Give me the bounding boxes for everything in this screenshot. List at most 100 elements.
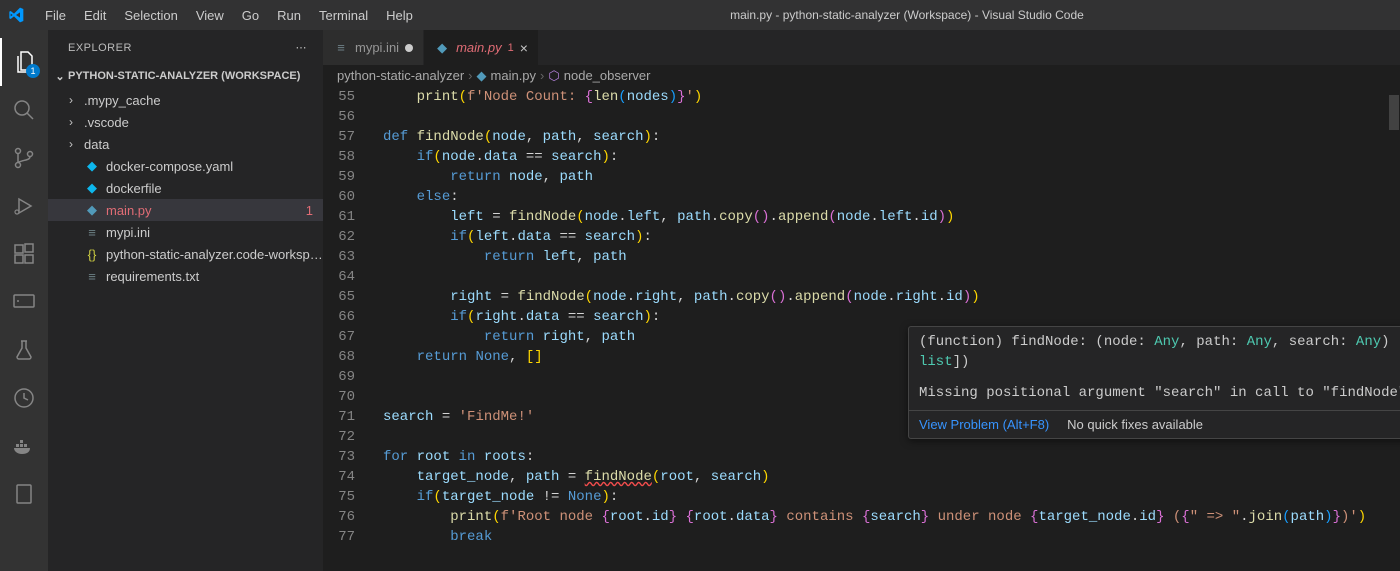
txt-file-icon: ≡ (84, 269, 100, 284)
beaker-icon (12, 338, 36, 362)
python-icon: ◆ (477, 68, 487, 84)
breadcrumb-item[interactable]: ◆ main.py (477, 68, 537, 84)
breadcrumb-label: main.py (491, 68, 537, 83)
breadcrumb-separator-icon: › (468, 68, 472, 83)
menu-view[interactable]: View (187, 4, 233, 27)
docker-file-icon: ◆ (84, 180, 100, 196)
py-file-icon: ◆ (434, 40, 450, 56)
remote-icon (12, 290, 36, 314)
activity-explorer[interactable]: 1 (0, 38, 48, 86)
no-fixes-text: No quick fixes available (1067, 417, 1203, 432)
explorer-badge: 1 (26, 64, 40, 78)
hover-tooltip: (function) findNode: (node: Any, path: A… (908, 326, 1400, 439)
ini-file-icon: ≡ (333, 40, 349, 55)
tree-label: dockerfile (106, 181, 323, 196)
menu-help[interactable]: Help (377, 4, 422, 27)
editor-tab[interactable]: ≡ mypi.ini (323, 30, 424, 65)
activity-testing[interactable] (0, 326, 48, 374)
tree-label: mypi.ini (106, 225, 323, 240)
menu-terminal[interactable]: Terminal (310, 4, 377, 27)
sidebar: EXPLORER ⋯ ⌄ PYTHON-STATIC-ANALYZER (WOR… (48, 30, 323, 571)
activity-extensions[interactable] (0, 230, 48, 278)
tab-label: main.py (456, 40, 502, 55)
debug-icon (12, 194, 36, 218)
breadcrumbs: python-static-analyzer›◆main.py›⬡node_ob… (323, 65, 1400, 87)
close-icon[interactable]: × (520, 40, 528, 56)
tree-item[interactable]: ◆ dockerfile (48, 177, 323, 199)
tree-item[interactable]: ≡ requirements.txt (48, 265, 323, 287)
activity-remote[interactable] (0, 278, 48, 326)
git-branch-icon (12, 146, 36, 170)
menu-bar: FileEditSelectionViewGoRunTerminalHelp (36, 4, 422, 27)
tree-label: main.py (106, 203, 300, 218)
editor-tab[interactable]: ◆ main.py 1 × (424, 30, 539, 65)
menu-selection[interactable]: Selection (115, 4, 186, 27)
activity-docker[interactable] (0, 422, 48, 470)
tree-item[interactable]: {} python-static-analyzer.code-workspa... (48, 243, 323, 265)
breadcrumb-item[interactable]: python-static-analyzer (337, 68, 464, 83)
tree-label: requirements.txt (106, 269, 323, 284)
chevron-right-icon: › (64, 137, 78, 151)
editor-tabs: ≡ mypi.ini ◆ main.py 1 × (323, 30, 1400, 65)
tree-item[interactable]: ◆ docker-compose.yaml (48, 155, 323, 177)
extensions-icon (12, 242, 36, 266)
json-file-icon: {} (84, 247, 100, 262)
section-title: PYTHON-STATIC-ANALYZER (WORKSPACE) (68, 70, 300, 82)
search-icon (12, 98, 36, 122)
py-file-icon: ◆ (84, 202, 100, 218)
scrollbar-thumb[interactable] (1389, 95, 1399, 130)
activity-file[interactable] (0, 470, 48, 518)
tree-item[interactable]: ◆ main.py 1 (48, 199, 323, 221)
window-title: main.py - python-static-analyzer (Worksp… (422, 8, 1392, 22)
ini-file-icon: ≡ (84, 225, 100, 240)
menu-edit[interactable]: Edit (75, 4, 115, 27)
breadcrumb-separator-icon: › (540, 68, 544, 83)
chevron-right-icon: › (64, 115, 78, 129)
tree-label: docker-compose.yaml (106, 159, 323, 174)
tab-label: mypi.ini (355, 40, 399, 55)
docker-icon (12, 434, 36, 458)
tab-error-badge: 1 (508, 42, 514, 54)
hover-error: Missing positional argument "search" in … (909, 378, 1400, 410)
breadcrumb-label: python-static-analyzer (337, 68, 464, 83)
explorer-section-header[interactable]: ⌄ PYTHON-STATIC-ANALYZER (WORKSPACE) (48, 65, 323, 87)
editor-area: ≡ mypi.ini ◆ main.py 1 × python-static-analyz… (323, 30, 1400, 571)
activity-source-control[interactable] (0, 134, 48, 182)
tree-item[interactable]: › .mypy_cache (48, 89, 323, 111)
hover-error-msg: Missing positional argument "search" in … (919, 385, 1400, 401)
sidebar-more-icon[interactable]: ⋯ (296, 41, 308, 54)
sidebar-title: EXPLORER (68, 42, 132, 54)
tree-item[interactable]: › .vscode (48, 111, 323, 133)
tree-label: .vscode (84, 115, 323, 130)
tree-label: data (84, 137, 323, 152)
docker-file-icon: ◆ (84, 158, 100, 174)
tree-item[interactable]: ≡ mypi.ini (48, 221, 323, 243)
activity-timeline[interactable] (0, 374, 48, 422)
titlebar: FileEditSelectionViewGoRunTerminalHelp m… (0, 0, 1400, 30)
hover-actions: View Problem (Alt+F8) No quick fixes ava… (909, 410, 1400, 438)
breadcrumb-label: node_observer (564, 68, 651, 83)
symbol-icon: ⬡ (548, 68, 559, 84)
tree-item[interactable]: › data (48, 133, 323, 155)
view-problem-link[interactable]: View Problem (Alt+F8) (919, 417, 1049, 432)
sidebar-header: EXPLORER ⋯ (48, 30, 323, 65)
dirty-indicator-icon (405, 44, 413, 52)
history-icon (12, 386, 36, 410)
file-icon (12, 482, 36, 506)
menu-file[interactable]: File (36, 4, 75, 27)
line-gutter: 5556575859606162636465666768697071727374… (323, 87, 373, 571)
activity-search[interactable] (0, 86, 48, 134)
vscode-logo-icon (8, 7, 24, 23)
hover-signature: (function) findNode: (node: Any, path: A… (909, 327, 1400, 378)
menu-go[interactable]: Go (233, 4, 268, 27)
breadcrumb-item[interactable]: ⬡ node_observer (548, 68, 650, 84)
chevron-down-icon: ⌄ (52, 70, 68, 83)
menu-run[interactable]: Run (268, 4, 310, 27)
activity-bar: 1 (0, 30, 48, 571)
error-badge: 1 (306, 203, 323, 218)
activity-run-debug[interactable] (0, 182, 48, 230)
tree-label: .mypy_cache (84, 93, 323, 108)
chevron-right-icon: › (64, 93, 78, 107)
tree-label: python-static-analyzer.code-workspa... (106, 247, 323, 262)
file-tree: › .mypy_cache › .vscode › data ◆ docker-compose… (48, 87, 323, 289)
